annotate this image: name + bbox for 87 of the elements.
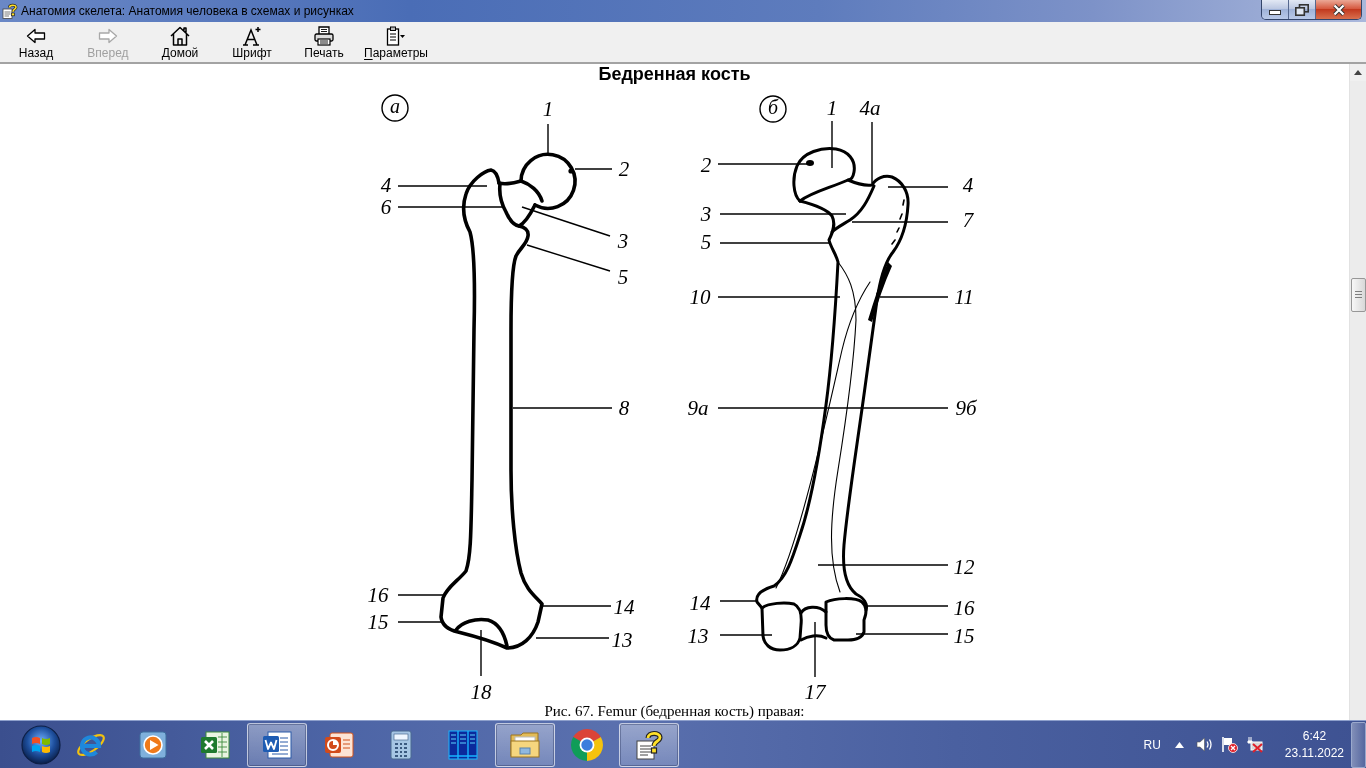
show-desktop-button[interactable]	[1351, 721, 1366, 768]
start-orb-icon	[21, 724, 61, 765]
font-button[interactable]: Шрифт	[216, 22, 288, 62]
figure-label: 11	[954, 285, 974, 309]
home-button[interactable]: Домой	[144, 22, 216, 62]
figure-label: 4	[962, 173, 974, 197]
leader-line	[871, 121, 873, 184]
figure-label: 8	[618, 396, 630, 420]
figure-label: 9б	[955, 396, 977, 420]
printer-icon	[314, 26, 334, 46]
figure-label: 17	[804, 680, 826, 703]
figure-label: 3	[700, 202, 712, 226]
taskbar-button[interactable]	[247, 722, 307, 767]
figure-label: 10	[689, 285, 711, 309]
figure-label: 16	[367, 583, 389, 607]
figure-label: 12	[953, 555, 975, 579]
minimize-button[interactable]	[1262, 0, 1289, 19]
question-document-icon	[633, 728, 665, 761]
figure-label: 4а	[859, 96, 881, 120]
figure-label: 2	[618, 157, 630, 181]
restore-button[interactable]	[1289, 0, 1315, 19]
figure-label: 13	[687, 624, 709, 648]
figure-label: 15	[367, 610, 389, 634]
leader-line	[879, 296, 949, 298]
leader-line	[574, 168, 613, 170]
leader-line	[397, 594, 444, 596]
leader-line	[831, 120, 833, 169]
figure-label: 13	[611, 628, 633, 652]
taskbar-button[interactable]	[495, 722, 555, 767]
bookshelf-icon	[447, 728, 479, 761]
leader-line	[480, 629, 482, 677]
arrow-right-icon	[98, 26, 118, 46]
close-button[interactable]	[1315, 0, 1361, 19]
figure-label: 15	[953, 624, 975, 648]
leader-line	[814, 621, 816, 678]
language-indicator[interactable]: RU	[1143, 737, 1161, 752]
figure-label: 14	[689, 591, 711, 615]
figure-label: 5	[617, 265, 629, 289]
clipboard-icon	[386, 26, 406, 46]
panel-letter: а	[381, 94, 409, 122]
back-button[interactable]: Назад	[0, 22, 72, 62]
figure-label: 16	[953, 596, 975, 620]
question-document-icon	[2, 3, 18, 19]
triangle-up-icon	[1174, 741, 1184, 748]
arrow-left-icon	[26, 26, 46, 46]
flag-error-icon[interactable]	[1220, 736, 1238, 753]
figure-label: 14	[613, 595, 635, 619]
triangle-up-icon	[1354, 70, 1362, 75]
figure-label: 1	[542, 97, 554, 121]
font-icon	[242, 26, 262, 46]
figure-label: 18	[470, 680, 492, 703]
leader-line	[397, 621, 442, 623]
restore-icon	[1295, 3, 1309, 16]
window-title: Анатомия скелета: Анатомия человека в схемах и рисунках	[21, 4, 354, 18]
page-heading: Бедренная кость	[598, 64, 751, 85]
figure-caption: Рис. 67. Femur (бедренная кость) правая:	[544, 703, 805, 720]
x-spreadsheet-icon	[199, 728, 231, 761]
figure-label: 7	[962, 208, 974, 232]
leader-line	[887, 186, 949, 188]
network-error-icon[interactable]	[1245, 736, 1263, 753]
start-button[interactable]	[20, 723, 62, 766]
segmented-circle-icon	[571, 728, 603, 761]
clock-button[interactable]: 6:42 23.11.2022	[1278, 727, 1350, 762]
taskbar-button[interactable]	[619, 722, 679, 767]
minimize-icon	[1269, 10, 1281, 15]
panel-letter: б	[759, 95, 787, 123]
figure-label: 9а	[687, 396, 709, 420]
figure-label: 5	[700, 230, 712, 254]
print-button[interactable]: Печать	[288, 22, 360, 62]
figure-label: 1	[826, 96, 838, 120]
figure-label: 3	[617, 229, 629, 253]
leader-line	[719, 634, 773, 636]
w-document-icon	[261, 728, 293, 761]
leader-line	[719, 600, 759, 602]
close-icon	[1331, 3, 1346, 16]
options-button[interactable]: Параметры	[360, 22, 432, 62]
house-icon	[170, 26, 190, 46]
leader-line	[547, 123, 549, 155]
scroll-up-button[interactable]	[1350, 64, 1366, 81]
speaker-icon[interactable]	[1195, 736, 1213, 753]
figure-label: 2	[700, 153, 712, 177]
play-icon	[137, 728, 169, 761]
figure-label: 6	[380, 195, 392, 219]
figure-label: 4	[380, 173, 392, 197]
scrollbar-thumb[interactable]	[1350, 278, 1366, 312]
leader-line	[542, 605, 612, 607]
show-hidden-icons-button[interactable]	[1174, 741, 1184, 748]
